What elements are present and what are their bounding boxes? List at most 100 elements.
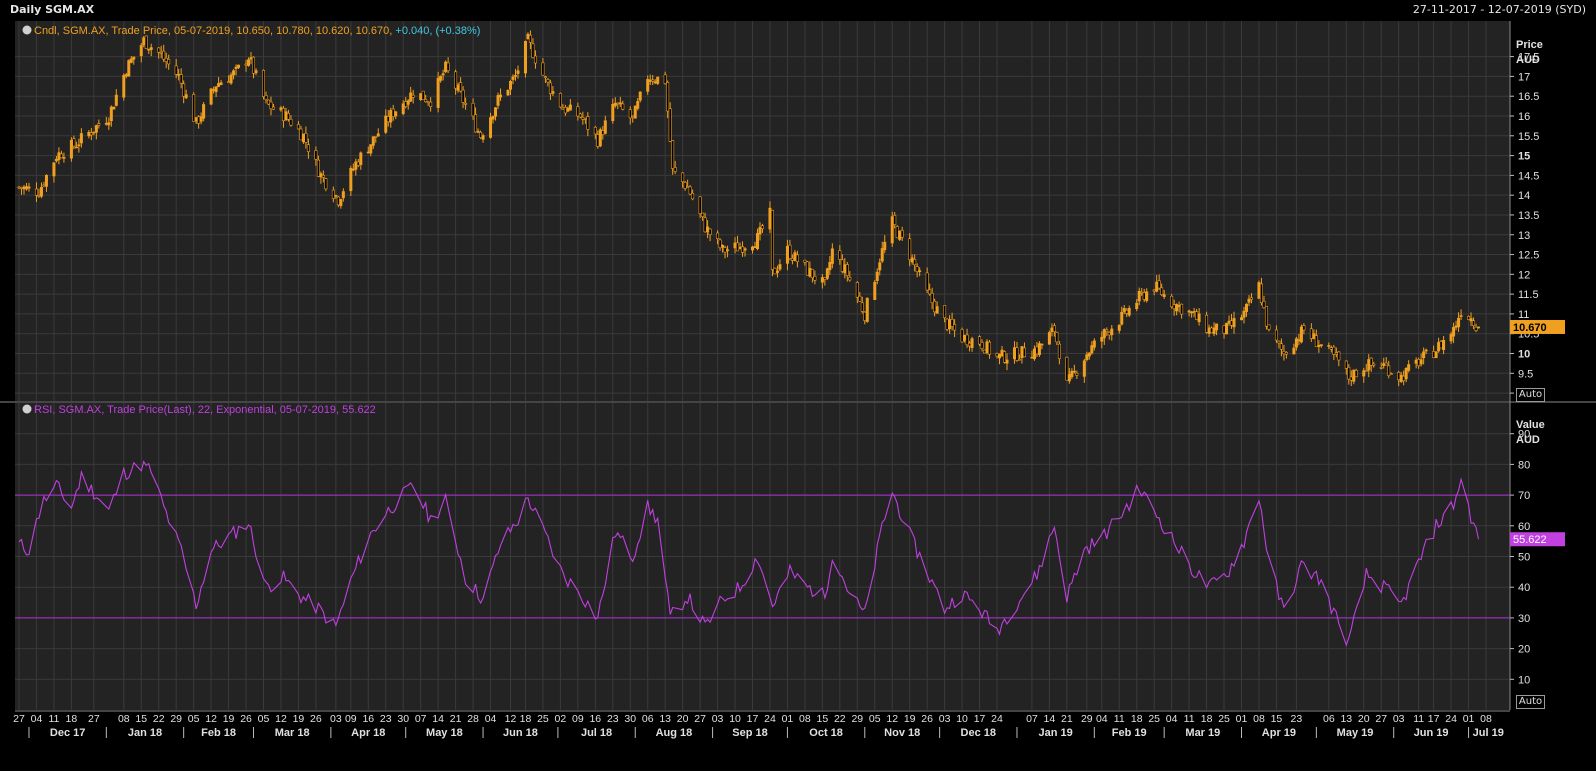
candle-body (39, 186, 43, 197)
candle-body (79, 133, 83, 144)
x-month-label: Jan 18 (128, 727, 162, 739)
candle-body (823, 277, 827, 280)
candle-body (142, 37, 146, 46)
rsi-auto-scale-button[interactable]: Auto (1516, 695, 1545, 709)
candle-body (411, 94, 415, 98)
price-axis-title: Price (1516, 39, 1543, 51)
candle-body (1449, 333, 1453, 342)
candle-body (1117, 324, 1121, 331)
candle-body (144, 35, 148, 49)
candle-body (1329, 347, 1333, 350)
candle-body (439, 75, 443, 81)
candle-body (336, 196, 340, 206)
candle-body (1175, 304, 1179, 312)
candle-body (541, 62, 545, 76)
candle-body (998, 353, 1002, 359)
x-day-label: 14 (432, 713, 444, 725)
candle-body (374, 136, 378, 138)
x-day-label: 18 (520, 713, 532, 725)
x-day-label: 07 (1026, 713, 1038, 725)
candle-body (1162, 294, 1166, 297)
candle-body (1369, 357, 1373, 366)
candle-body (456, 84, 460, 91)
candle-body (768, 207, 772, 230)
candle-body (1387, 365, 1391, 376)
x-day-label: 27 (694, 713, 706, 725)
x-day-label: 10 (729, 713, 741, 725)
candle-body (810, 269, 814, 279)
candle-body (953, 324, 957, 331)
candle-body (1414, 359, 1418, 364)
candle-body (389, 110, 393, 123)
price-auto-scale-button[interactable]: Auto (1516, 388, 1545, 402)
candle-body (1022, 347, 1026, 358)
chart-canvas[interactable]: 99.51010.51111.51212.51313.51414.51515.5… (0, 0, 1596, 771)
candle-body (721, 245, 725, 248)
candle-body (1195, 311, 1199, 320)
candle-body (1372, 363, 1376, 366)
candle-body (496, 95, 500, 106)
candle-body (436, 77, 440, 108)
candle-body (686, 186, 690, 188)
candle-body (94, 125, 98, 133)
candle-body (586, 116, 590, 130)
candle-body (706, 226, 710, 233)
candle-body (820, 277, 824, 283)
candle-body (1399, 374, 1403, 382)
rsi-legend-icon[interactable] (22, 404, 32, 414)
x-day-label: 22 (153, 713, 165, 725)
candle-body (62, 157, 66, 159)
candle-body (17, 186, 21, 189)
candle-body (489, 117, 493, 138)
candle-body (1477, 326, 1481, 329)
candle-body (770, 210, 774, 270)
candle-body (511, 76, 515, 80)
candle-body (1187, 310, 1191, 313)
candle-body (873, 281, 877, 300)
candle-body (1137, 290, 1141, 302)
candle-body (184, 94, 188, 99)
candle-body (1442, 340, 1446, 351)
candle-body (930, 292, 934, 303)
candle-body (688, 186, 692, 195)
x-day-label: 30 (624, 713, 636, 725)
x-day-label: 11 (1184, 713, 1195, 725)
x-day-label: 13 (1340, 713, 1352, 725)
candle-body (950, 318, 954, 327)
price-panel[interactable] (15, 21, 1510, 401)
candle-body (1242, 310, 1246, 318)
price-legend-icon[interactable] (22, 25, 32, 35)
candle-body (581, 117, 585, 120)
x-day-label: 20 (1358, 713, 1370, 725)
candle-body (1210, 327, 1214, 333)
rsi-legend: RSI, SGM.AX, Trade Price(Last), 22, Expo… (34, 404, 376, 416)
price-y-tick-label: 11.5 (1518, 289, 1539, 301)
candle-body (359, 152, 363, 165)
candle-body (1057, 343, 1061, 359)
x-month-label: Dec 18 (961, 727, 996, 739)
x-day-label: 21 (1061, 713, 1073, 725)
candle-body (1317, 344, 1321, 347)
rsi-y-tick-label: 50 (1518, 552, 1530, 564)
candle-body (506, 89, 510, 96)
candle-body (963, 335, 967, 341)
candle-body (234, 66, 238, 69)
candle-body (1110, 328, 1114, 336)
x-day-label: 10 (956, 713, 968, 725)
candle-body (583, 118, 587, 120)
candle-body (107, 122, 111, 126)
candle-body (444, 61, 448, 73)
candle-body (74, 146, 78, 149)
candle-body (324, 178, 328, 190)
candle-body (988, 341, 992, 355)
price-y-tick-label: 15.5 (1518, 131, 1539, 143)
candle-body (858, 295, 862, 302)
candle-body (376, 133, 380, 137)
candle-body (528, 34, 532, 43)
candle-body (875, 271, 879, 281)
candle-body (1457, 317, 1461, 328)
candle-body (244, 63, 248, 66)
candle-body (132, 56, 136, 60)
x-day-label: 04 (31, 713, 43, 725)
x-month-label: Sep 18 (732, 727, 767, 739)
